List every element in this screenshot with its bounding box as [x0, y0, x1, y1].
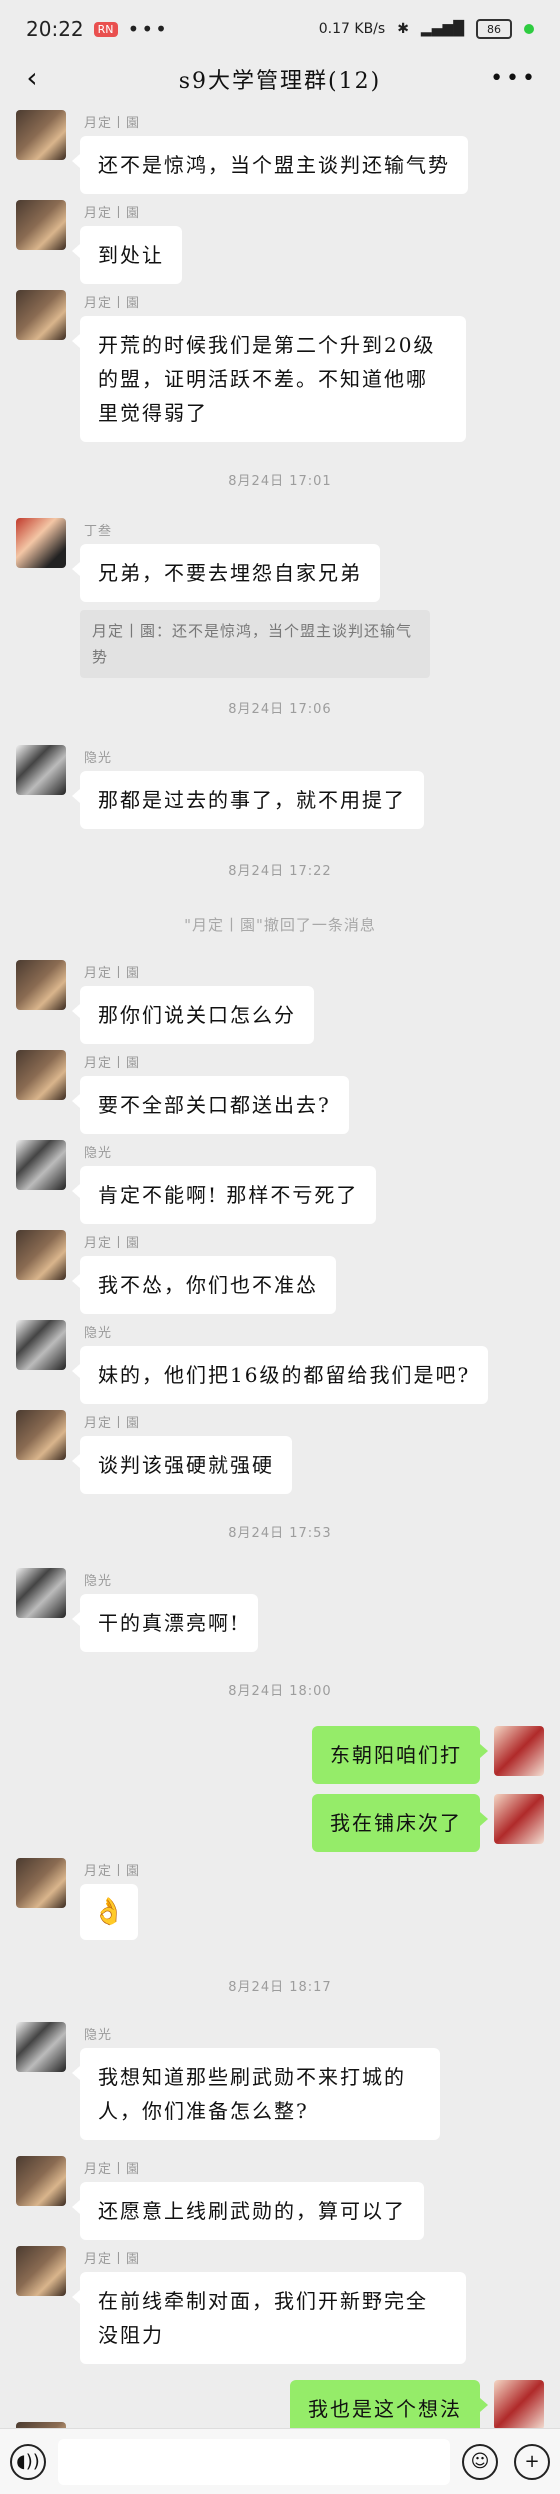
message-bubble[interactable]: 干的真漂亮啊!	[71, 1594, 259, 1652]
status-dot-icon	[524, 24, 534, 34]
message-bubble[interactable]: 我想知道那些刷武勋不来打城的人，你们准备怎么整?	[72, 2048, 440, 2140]
sender-name: 月定丨園	[84, 296, 141, 311]
voice-icon[interactable]: ◖))	[10, 2443, 46, 2480]
plus-icon[interactable]: +	[514, 2443, 550, 2480]
timestamp: 8月24日 18:17	[228, 1980, 332, 1995]
timestamp: 8月24日 17:01	[228, 474, 332, 489]
status-time: 20:22	[26, 17, 84, 41]
avatar[interactable]	[16, 2156, 66, 2206]
more-options-icon[interactable]: •••	[490, 66, 538, 91]
avatar[interactable]	[16, 290, 66, 340]
message-bubble[interactable]: 谈判该强硬就强硬	[72, 1436, 292, 1494]
message-bubble[interactable]: 我不怂，你们也不准怂	[72, 1256, 336, 1314]
sender-name: 月定丨園	[84, 1056, 141, 1071]
message-bubble[interactable]: 要不全部关口都送出去?	[72, 1076, 349, 1134]
avatar[interactable]	[16, 1410, 66, 1460]
net-speed: 0.17 KB/s	[318, 21, 386, 37]
input-bar: ◖)) ☺ +	[0, 2428, 560, 2494]
timestamp: 8月24日 18:00	[228, 1684, 332, 1699]
sender-name: 隐光	[84, 2028, 113, 2043]
message-bubble[interactable]: 东朝阳咱们打	[312, 1726, 488, 1784]
avatar[interactable]	[16, 1140, 66, 1190]
message-bubble[interactable]: 在前线牵制对面，我们开新野完全没阻力	[72, 2272, 466, 2364]
sender-name: 月定丨園	[84, 1416, 141, 1431]
sender-name: 月定丨園	[84, 966, 141, 981]
message-bubble[interactable]: 开荒的时候我们是第二个升到20级的盟，证明活跃不差。不知道他哪里觉得弱了	[72, 316, 466, 442]
emoji-icon[interactable]: ☺	[462, 2443, 498, 2480]
message-input[interactable]	[58, 2438, 450, 2485]
message-bubble[interactable]: 到处让	[72, 226, 182, 284]
sender-name: 月定丨園	[84, 206, 141, 221]
avatar[interactable]	[16, 2246, 66, 2296]
sender-name: 月定丨園	[84, 1236, 141, 1251]
sender-name: 隐光	[84, 751, 113, 766]
message-bubble[interactable]: 还愿意上线刷武勋的，算可以了	[72, 2182, 424, 2240]
quoted-message[interactable]: 月定丨園：还不是惊鸿，当个盟主谈判还输气势	[80, 610, 430, 678]
sender-name: 月定丨園	[84, 1864, 141, 1879]
status-bar: 20:22 RN ••• 0.17 KB/s ✱ ▂▄▆█ 86	[0, 0, 560, 58]
timestamp: 8月24日 17:06	[228, 702, 332, 717]
app-badge: RN	[93, 21, 118, 37]
message-bubble[interactable]: 兄弟，不要去埋怨自家兄弟	[72, 544, 380, 602]
back-icon[interactable]: ‹	[16, 62, 48, 94]
avatar[interactable]	[16, 1858, 66, 1908]
timestamp: 8月24日 17:53	[228, 1526, 332, 1541]
avatar[interactable]	[16, 1568, 66, 1618]
battery-icon: 86	[476, 19, 512, 39]
sender-name: 隐光	[84, 1574, 113, 1589]
status-right: 0.17 KB/s ✱ ▂▄▆█ 86	[319, 19, 534, 39]
avatar[interactable]	[16, 200, 66, 250]
message-bubble[interactable]: 那你们说关口怎么分	[72, 986, 314, 1044]
ok-hand-emoji[interactable]: 👌	[80, 1884, 138, 1940]
message-bubble[interactable]: 还不是惊鸿，当个盟主谈判还输气势	[72, 136, 468, 194]
status-dots: •••	[127, 17, 169, 41]
signal-icon: ▂▄▆█	[420, 21, 464, 37]
avatar[interactable]	[494, 1726, 544, 1776]
avatar[interactable]	[16, 518, 66, 568]
message-bubble[interactable]: 那都是过去的事了，就不用提了	[72, 771, 424, 829]
recall-notice: "月定丨園"撤回了一条消息	[184, 916, 376, 934]
timestamp: 8月24日 17:22	[228, 864, 332, 879]
avatar[interactable]	[16, 960, 66, 1010]
avatar[interactable]	[16, 1320, 66, 1370]
avatar[interactable]	[494, 1794, 544, 1844]
avatar[interactable]	[494, 2380, 544, 2430]
avatar[interactable]	[16, 1230, 66, 1280]
chat-title: s9大学管理群(12)	[178, 69, 382, 94]
sender-name: 丁叁	[84, 524, 113, 539]
avatar[interactable]	[16, 2022, 66, 2072]
bluetooth-icon: ✱	[397, 21, 409, 37]
sender-name: 隐光	[84, 1146, 113, 1161]
message-bubble[interactable]: 肯定不能啊! 那样不亏死了	[71, 1166, 377, 1224]
sender-name: 月定丨園	[84, 116, 141, 131]
avatar[interactable]	[16, 1050, 66, 1100]
input-actions: ☺ +	[462, 2443, 550, 2480]
avatar[interactable]	[16, 745, 66, 795]
sender-name: 隐光	[84, 1326, 113, 1341]
chat-header: ‹ s9大学管理群(12) •••	[0, 58, 560, 100]
message-bubble[interactable]: 我在铺床次了	[312, 1794, 488, 1852]
sender-name: 月定丨園	[84, 2252, 141, 2267]
sender-name: 月定丨園	[84, 2162, 141, 2177]
avatar[interactable]	[16, 110, 66, 160]
message-bubble[interactable]: 妹的，他们把16级的都留给我们是吧?	[71, 1346, 489, 1404]
